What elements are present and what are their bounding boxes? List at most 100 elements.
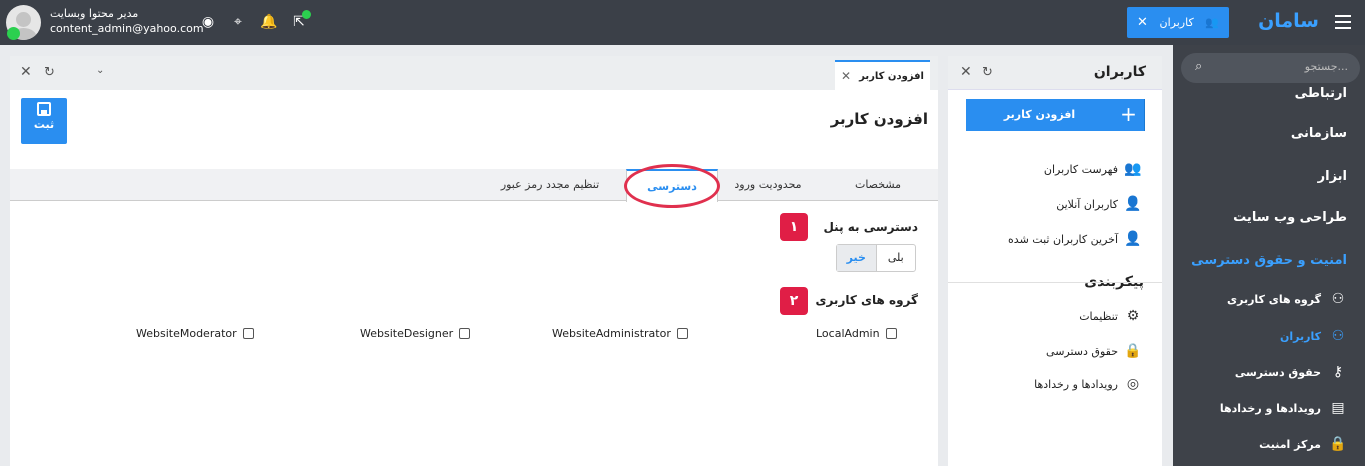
- sidebar-item-user-groups[interactable]: گروه های کاربری ⚇: [1227, 291, 1347, 307]
- link-access-rights[interactable]: حقوق دسترسی 🔒: [1046, 343, 1142, 359]
- lock-icon: 🔒: [1124, 343, 1142, 359]
- group-label: LocalAdmin: [816, 327, 880, 340]
- group-checkbox-websitemoderator[interactable]: WebsiteModerator: [136, 327, 254, 340]
- step-badge-2: ۲: [780, 287, 808, 315]
- users-icon: ⚇: [1331, 328, 1345, 344]
- link-label: حقوق دسترسی: [1046, 344, 1118, 358]
- save-icon: [37, 102, 51, 116]
- link-events[interactable]: رویدادها و رخدادها ◎: [1034, 376, 1142, 392]
- tab-reset-password[interactable]: تنظیم مجدد رمز عبور: [474, 169, 626, 201]
- group-checkbox-websitedesigner[interactable]: WebsiteDesigner: [360, 327, 471, 340]
- user-clock-icon: 👤: [1124, 231, 1142, 247]
- panel-access-toggle[interactable]: بلی خیر: [836, 244, 916, 272]
- group-checkbox-localadmin[interactable]: LocalAdmin: [816, 327, 897, 340]
- link-label: تنظیمات: [1079, 309, 1118, 323]
- yes-option[interactable]: بلی: [877, 245, 916, 271]
- sidebar-item-label: مرکز امنیت: [1259, 437, 1321, 451]
- tab-label: افزودن کاربر: [859, 70, 924, 82]
- highlight-circle: [624, 164, 720, 208]
- sidebar-item-access-rights[interactable]: حقوق دسترسی ⚷: [1235, 364, 1347, 380]
- main-panel-header: ✕ افزودن کاربر ✕ ↻ ⌄: [10, 56, 938, 90]
- add-user-button[interactable]: افزودن کاربر +: [966, 99, 1145, 131]
- search-input[interactable]: [1218, 60, 1348, 73]
- refresh-icon[interactable]: ↻: [982, 65, 993, 80]
- pin-off-icon[interactable]: ⌖: [230, 14, 246, 30]
- users-panel-header: کاربران ↻ ✕: [948, 56, 1162, 90]
- search-box[interactable]: ⌕: [1181, 53, 1360, 83]
- chevron-down-icon[interactable]: ⌄: [96, 65, 104, 76]
- link-label: آخرین کاربران ثبت شده: [1008, 232, 1118, 246]
- close-icon[interactable]: ✕: [960, 64, 972, 80]
- close-icon[interactable]: ✕: [1137, 15, 1148, 30]
- user-online-icon: 👤: [1124, 196, 1142, 212]
- sidebar-item-label: رویدادها و رخدادها: [1219, 401, 1321, 415]
- palette-icon[interactable]: ◉: [200, 14, 216, 30]
- tab-profile[interactable]: مشخصات: [818, 169, 938, 201]
- panel-access-label: دسترسی به پنل: [823, 220, 918, 234]
- sidebar-section-organization[interactable]: سازمانی: [1291, 126, 1347, 141]
- sidebar-item-label: گروه های کاربری: [1227, 292, 1321, 306]
- lock-icon: 🔒: [1329, 436, 1347, 452]
- close-icon[interactable]: ✕: [841, 69, 851, 83]
- bell-icon[interactable]: 🔔: [260, 14, 277, 30]
- sidebar-section-security[interactable]: امنیت و حقوق دسترسی: [1191, 253, 1347, 268]
- users-group-icon: ⚇: [1331, 291, 1345, 307]
- menu-icon[interactable]: [1335, 13, 1351, 31]
- online-status-dot: [7, 27, 20, 40]
- user-list-icon: 👥: [1124, 161, 1142, 177]
- open-tab-label: کاربران: [1159, 16, 1194, 29]
- sidebar-section-web-design[interactable]: طراحی وب سایت: [1233, 210, 1347, 225]
- link-user-list[interactable]: فهرست کاربران 👥: [1044, 161, 1142, 177]
- notification-dot: [302, 10, 311, 19]
- no-option[interactable]: خیر: [837, 245, 877, 271]
- panel-title: کاربران: [1093, 64, 1146, 80]
- gear-icon: ⚙: [1126, 308, 1140, 324]
- checkbox[interactable]: [242, 328, 254, 339]
- link-recent-users[interactable]: آخرین کاربران ثبت شده 👤: [1008, 231, 1142, 247]
- link-settings[interactable]: تنظیمات ⚙: [1079, 308, 1142, 324]
- users-panel: کاربران ↻ ✕ افزودن کاربر + فهرست کاربران…: [948, 56, 1162, 466]
- sidebar-item-users[interactable]: کاربران ⚇: [1280, 328, 1347, 344]
- group-checkbox-websiteadministrator[interactable]: WebsiteAdministrator: [552, 327, 688, 340]
- sidebar-item-label: کاربران: [1280, 329, 1321, 343]
- brand-logo: سامان: [1258, 10, 1319, 32]
- link-online-users[interactable]: کاربران آنلاین 👤: [1056, 196, 1142, 212]
- open-tab-users[interactable]: 👥 کاربران ✕: [1127, 7, 1229, 38]
- add-user-label: افزودن کاربر: [1003, 108, 1076, 121]
- user-email: content_admin@yahoo.com: [50, 22, 204, 35]
- close-icon[interactable]: ✕: [20, 64, 32, 80]
- sidebar-item-events[interactable]: رویدادها و رخدادها ▤: [1220, 400, 1347, 416]
- refresh-icon[interactable]: ↻: [44, 65, 55, 80]
- sidebar-section-tools[interactable]: ابزار: [1318, 169, 1347, 184]
- key-icon: ⚷: [1332, 364, 1344, 380]
- sidebar-section-communication[interactable]: ارتباطی: [1295, 86, 1347, 101]
- users-icon: 👥: [1205, 16, 1219, 29]
- checkbox[interactable]: [676, 328, 688, 339]
- divider: [948, 282, 1162, 283]
- user-profile[interactable]: مدیر محتوا وبسایت content_admin@yahoo.co…: [6, 5, 204, 40]
- log-icon: ▤: [1331, 400, 1345, 416]
- page-title: افزودن کاربر: [830, 110, 928, 128]
- link-label: کاربران آنلاین: [1056, 197, 1118, 211]
- search-icon: ⌕: [1195, 59, 1203, 74]
- user-name: مدیر محتوا وبسایت: [50, 7, 139, 20]
- tab-add-user[interactable]: ✕ افزودن کاربر: [835, 60, 930, 90]
- save-button[interactable]: ثبت: [21, 98, 67, 144]
- step-badge-1: ۱: [780, 213, 808, 241]
- link-label: رویدادها و رخدادها: [1034, 377, 1118, 391]
- checkbox[interactable]: [459, 328, 471, 339]
- fingerprint-icon: ◎: [1126, 376, 1140, 392]
- group-label: WebsiteModerator: [136, 327, 237, 340]
- tab-login-restriction[interactable]: محدودیت ورود: [718, 169, 818, 201]
- sidebar-item-security-center[interactable]: مرکز امنیت 🔒: [1259, 436, 1347, 452]
- sidebar-item-label: حقوق دسترسی: [1234, 365, 1321, 379]
- group-label: WebsiteDesigner: [360, 327, 454, 340]
- top-bar: سامان 👥 کاربران ✕ مدیر محتوا وبسایت cont…: [0, 0, 1365, 45]
- form-tabs: مشخصات محدودیت ورود دسترسی تنظیم مجدد رم…: [10, 169, 938, 202]
- checkbox[interactable]: [885, 328, 897, 339]
- sidebar: ⌕ ارتباطی سازمانی ابزار طراحی وب سایت ام…: [1173, 45, 1365, 466]
- add-user-panel: ✕ افزودن کاربر ✕ ↻ ⌄ ثبت افزودن کاربر مش…: [10, 56, 938, 466]
- group-label: WebsiteAdministrator: [552, 327, 671, 340]
- link-label: فهرست کاربران: [1043, 162, 1118, 176]
- user-groups-label: گروه های کاربری: [815, 293, 918, 307]
